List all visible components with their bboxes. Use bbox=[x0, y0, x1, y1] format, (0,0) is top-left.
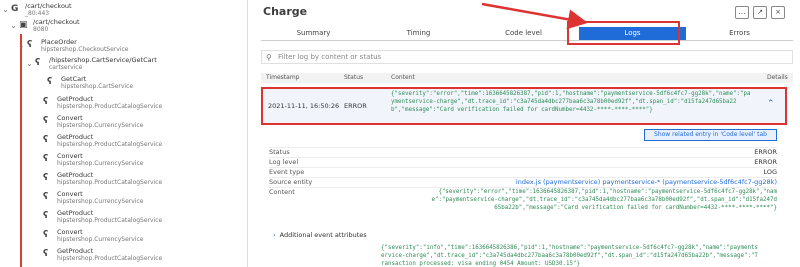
tree-node-sub: hipstershop.CurrencyService bbox=[57, 160, 144, 167]
tree-node-sub: cartservice bbox=[49, 64, 83, 71]
tab-summary[interactable]: Summary bbox=[261, 27, 366, 40]
grpc-icon: ʕ bbox=[43, 230, 49, 240]
tree-node-name: Convert bbox=[57, 228, 83, 236]
tab-errors[interactable]: Errors bbox=[686, 27, 793, 40]
grpc-icon: ʕ bbox=[27, 40, 33, 50]
tree-node-name: Convert bbox=[57, 114, 83, 122]
header-timestamp[interactable]: Timestamp bbox=[266, 74, 300, 81]
detail-content: Content {"severity":"error","time":16366… bbox=[269, 187, 777, 223]
chevron-down-icon[interactable]: ⌄ bbox=[2, 5, 10, 14]
log-table-header: Timestamp Status Content Details bbox=[261, 73, 793, 83]
chevron-right-icon: › bbox=[273, 231, 276, 239]
chevron-down-icon[interactable]: ⌄ bbox=[26, 59, 34, 68]
row-content: {"severity":"error","time":1636645826387… bbox=[391, 91, 751, 113]
chevron-down-icon[interactable]: ⌄ bbox=[18, 41, 26, 50]
grpc-icon: ʕ bbox=[43, 173, 49, 183]
detail-event-type: Event type LOG bbox=[269, 167, 777, 176]
service-icon: ▣ bbox=[19, 20, 28, 30]
expand-button[interactable]: ↗ bbox=[753, 6, 767, 19]
log-row-selected[interactable]: 2021-11-11, 16:50:26 ERROR {"severity":"… bbox=[261, 87, 787, 125]
detail-value: ERROR bbox=[754, 158, 777, 166]
tree-node-name: /cart/checkout bbox=[25, 2, 72, 10]
log-filter-input[interactable]: ⚲ Filter log by content or status bbox=[261, 50, 793, 64]
panel-title: Charge bbox=[263, 5, 308, 18]
filter-icon: ⚲ bbox=[266, 53, 272, 62]
detail-key: Content bbox=[269, 188, 295, 196]
tree-node-sub: hipstershop.ProductCatalogService bbox=[57, 179, 163, 186]
grpc-icon: ʕ bbox=[43, 97, 49, 107]
tab-bar: Summary Timing Code level Logs Errors bbox=[261, 27, 793, 41]
detail-key: Status bbox=[269, 148, 290, 156]
detail-content-value: {"severity":"error","time":1636645826387… bbox=[431, 189, 777, 211]
detail-source-entity: Source entity index.js (paymentservice) … bbox=[269, 177, 777, 186]
header-content[interactable]: Content bbox=[391, 74, 415, 81]
grpc-icon: ʕ bbox=[43, 135, 49, 145]
filter-placeholder: Filter log by content or status bbox=[278, 53, 382, 61]
chevron-up-icon[interactable]: ⌃ bbox=[767, 99, 777, 109]
grpc-icon: ʕ bbox=[43, 192, 49, 202]
tree-node-name: Convert bbox=[57, 152, 83, 160]
tree-node-name: GetProduct bbox=[57, 171, 94, 179]
tree-rail bbox=[20, 34, 22, 267]
tree-node-sub: hipstershop.ProductCatalogService bbox=[57, 103, 163, 110]
show-related-entry-button[interactable]: Show related entry in 'Code level' tab bbox=[644, 129, 777, 141]
grpc-icon: ʕ bbox=[43, 211, 49, 221]
tree-node-name: Convert bbox=[57, 190, 83, 198]
tree-node-sub: hipstershop.CheckoutService bbox=[41, 46, 129, 53]
detail-status: Status ERROR bbox=[269, 147, 777, 156]
tree-node-name: /cart/checkout bbox=[33, 18, 80, 26]
log-row-next-content[interactable]: {"severity":"info","time":1636645826386,… bbox=[381, 244, 761, 267]
tab-timing[interactable]: Timing bbox=[366, 27, 471, 40]
tree-node-name: GetProduct bbox=[57, 95, 94, 103]
tree-node-sub: hipstershop.CurrencyService bbox=[57, 198, 144, 205]
tree-node-sub: hipstershop.CurrencyService bbox=[57, 236, 144, 243]
service-icon: G bbox=[11, 4, 19, 14]
tab-code-level[interactable]: Code level bbox=[471, 27, 576, 40]
detail-panel: Charge … ↗ × Summary Timing Code level L… bbox=[253, 0, 800, 267]
header-status[interactable]: Status bbox=[344, 74, 363, 81]
tree-node-name: PlaceOrder bbox=[41, 38, 77, 46]
detail-key: Source entity bbox=[269, 178, 313, 186]
grpc-icon: ʕ bbox=[43, 249, 49, 259]
close-button[interactable]: × bbox=[771, 6, 785, 19]
additional-attributes-label: Additional event attributes bbox=[279, 231, 367, 239]
source-entity-link[interactable]: index.js (paymentservice) paymentservice… bbox=[516, 178, 777, 186]
tree-node-sub: 8080 bbox=[33, 26, 49, 33]
grpc-icon: ʕ bbox=[35, 58, 41, 68]
grpc-icon: ʕ bbox=[43, 116, 49, 126]
logs-tab-highlight bbox=[567, 21, 680, 45]
tree-node-sub: _80:443 bbox=[25, 10, 50, 17]
tree-node-name: GetProduct bbox=[57, 133, 94, 141]
tree-node-sub: hipstershop.CurrencyService bbox=[57, 122, 144, 129]
grpc-icon: ʕ bbox=[47, 77, 53, 87]
more-options-button[interactable]: … bbox=[735, 6, 749, 19]
detail-log-level: Log level ERROR bbox=[269, 157, 777, 166]
detail-value: ERROR bbox=[754, 148, 777, 156]
detail-key: Event type bbox=[269, 168, 305, 176]
tree-node-sub: hipstershop.CartService bbox=[61, 83, 134, 90]
tree-node-name: GetCart bbox=[61, 75, 87, 83]
grpc-icon: ʕ bbox=[43, 154, 49, 164]
row-timestamp: 2021-11-11, 16:50:26 bbox=[268, 102, 340, 110]
tree-node-sub: hipstershop.ProductCatalogService bbox=[57, 141, 163, 148]
row-status: ERROR bbox=[344, 102, 367, 110]
tree-node-name: GetProduct bbox=[57, 209, 94, 217]
tree-node-name: /hipstershop.CartService/GetCart bbox=[49, 56, 157, 64]
tree-node-sub: hipstershop.ProductCatalogService bbox=[57, 217, 163, 224]
tree-node-name: GetProduct bbox=[57, 247, 94, 255]
detail-value: LOG bbox=[763, 168, 777, 176]
detail-key: Log level bbox=[269, 158, 299, 166]
tree-node-sub: hipstershop.ProductCatalogService bbox=[57, 255, 163, 262]
chevron-down-icon[interactable]: ⌄ bbox=[10, 21, 18, 30]
trace-tree-panel: ⌄ G /cart/checkout _80:443 ⌄ ▣ /cart/che… bbox=[0, 0, 248, 267]
header-details[interactable]: Details bbox=[767, 74, 788, 81]
additional-attributes-toggle[interactable]: › Additional event attributes bbox=[273, 231, 367, 239]
